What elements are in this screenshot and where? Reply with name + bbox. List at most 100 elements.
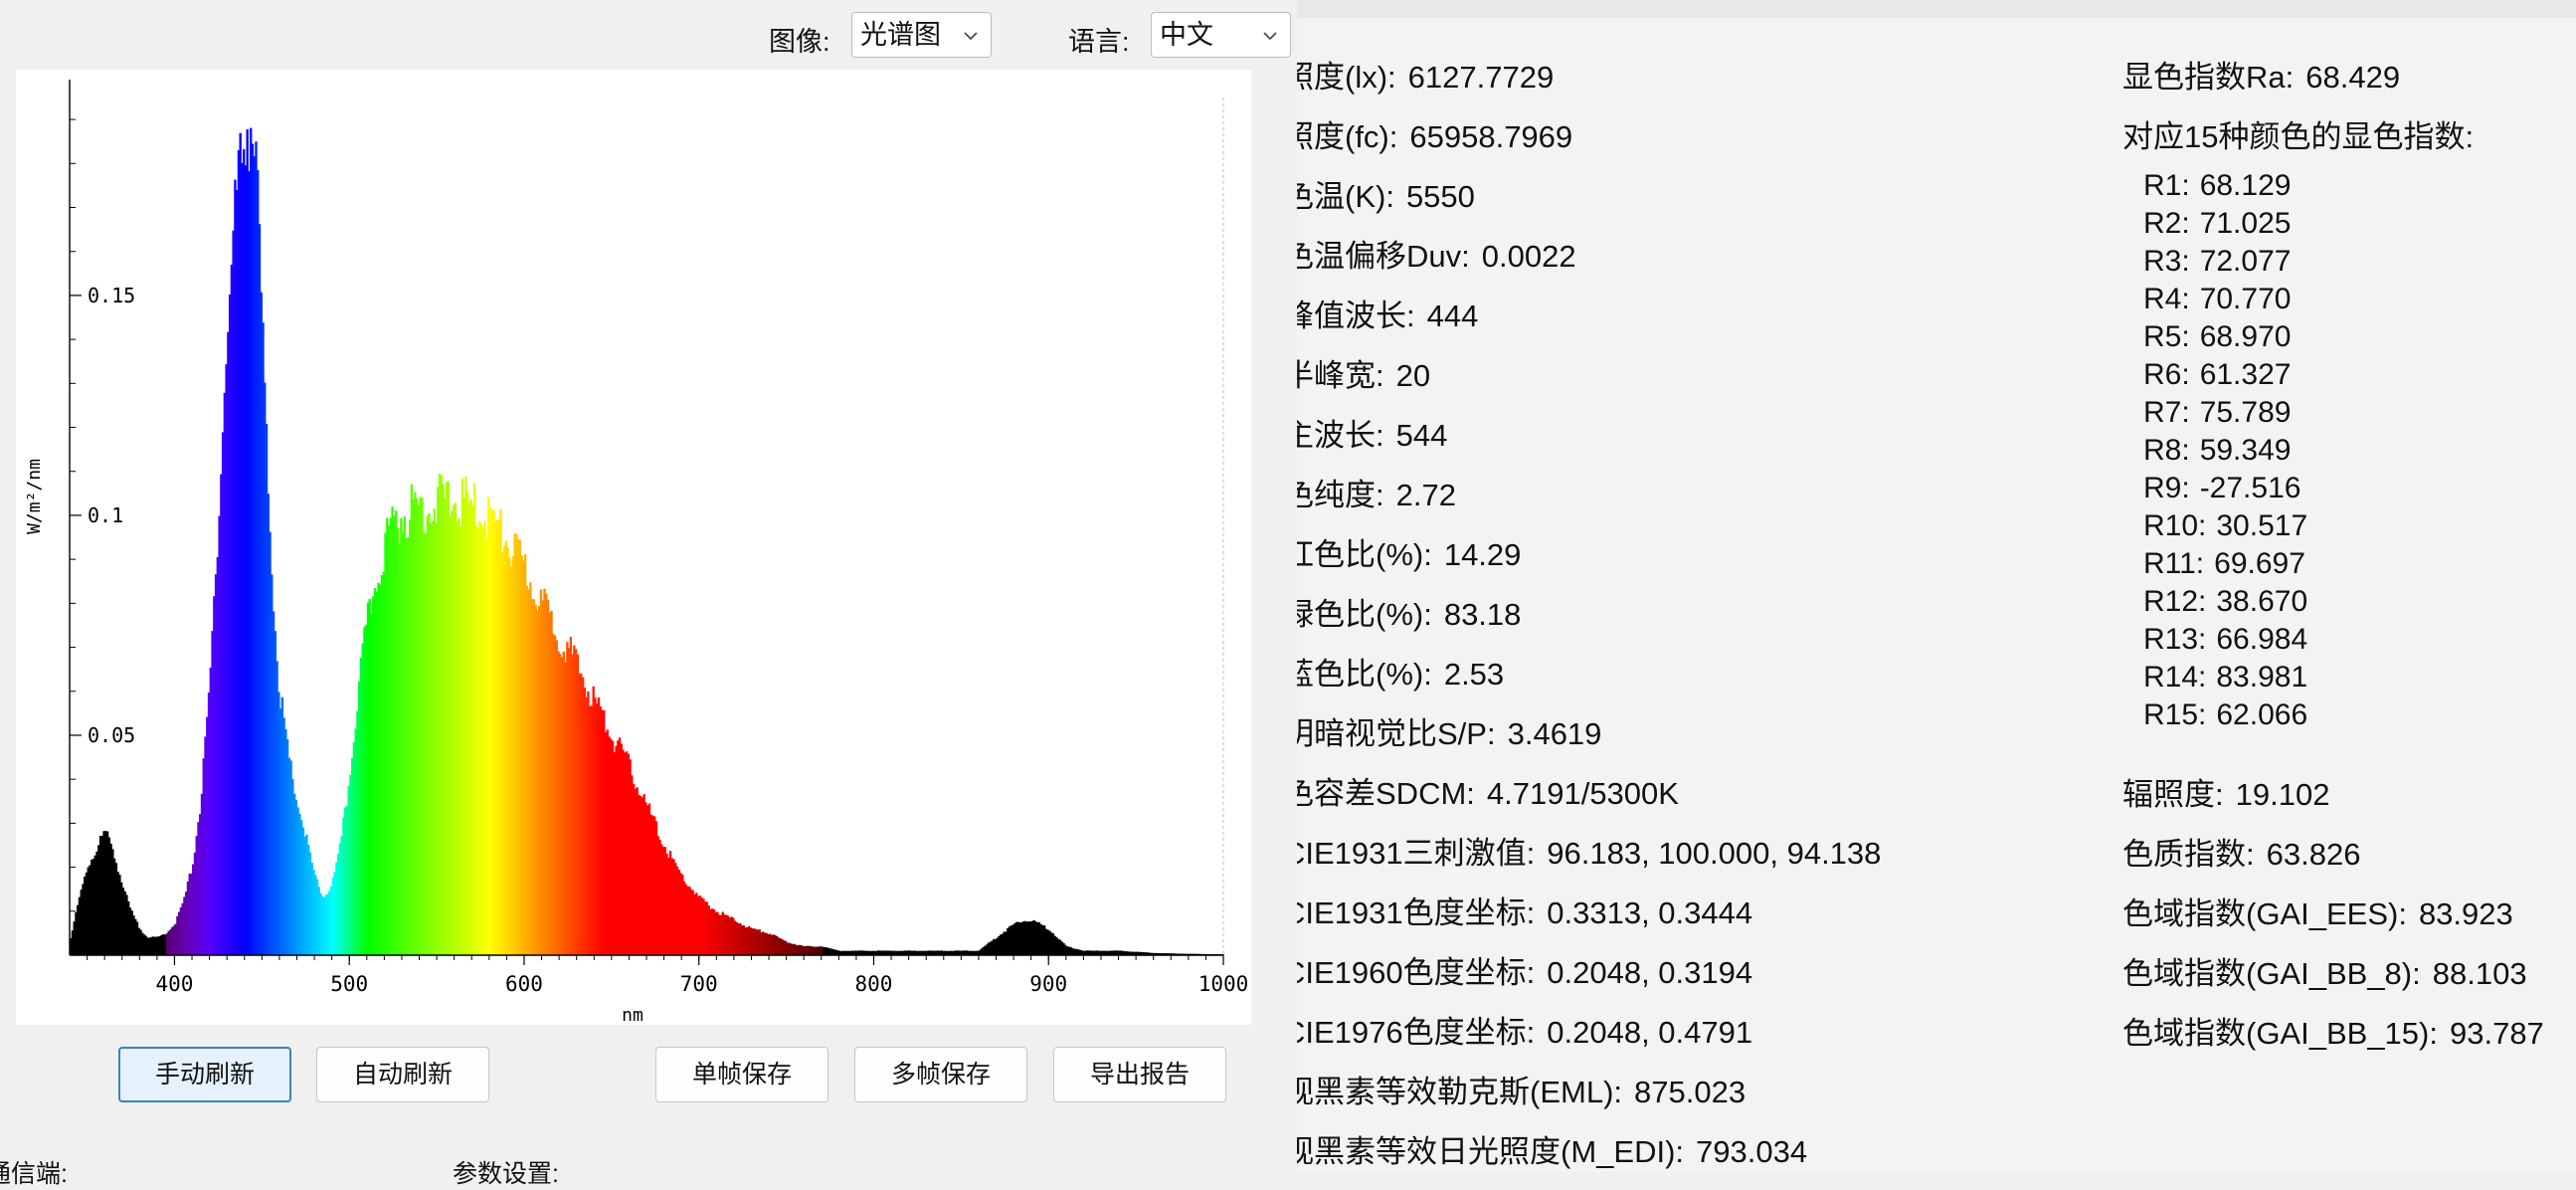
- metric-row: 色温偏移Duv: 0.0022: [1297, 231, 1576, 276]
- metric-row-value: 3.4619: [1507, 716, 1602, 751]
- metric-row: 视黑素等效日光照度(M_EDI): 793.034: [1297, 1126, 1807, 1171]
- cri-item: R2: 71.025: [2143, 207, 2291, 241]
- cri-item-label: R5:: [2143, 320, 2190, 353]
- image-type-label: 图像:: [769, 27, 830, 57]
- spectrum-chart: 0.05 0.1 0.15 400 500 600 700 800 900 1000 nm W/m²/…: [16, 70, 1251, 1025]
- metric-row-value: 6127.7729: [1407, 60, 1555, 95]
- cri-item-value: 75.789: [2199, 396, 2292, 429]
- metric-row-value: 444: [1426, 298, 1479, 333]
- cri-item-label: R13:: [2143, 623, 2207, 656]
- metrics-panel: 照度(lx): 6127.7729 照度(fc): 65958.7969 色温(K): 5…: [1297, 0, 2576, 1172]
- metric-row-label: 峰值波长:: [1297, 298, 1415, 333]
- metric-row-value: 4.7191/5300K: [1486, 776, 1679, 811]
- multi-frame-save-button[interactable]: 多帧保存: [854, 1047, 1027, 1102]
- metric-row-right-value: 83.923: [2418, 896, 2513, 931]
- auto-refresh-button[interactable]: 自动刷新: [316, 1047, 489, 1102]
- spectrum-panel: 图像: 光谱图 语言: 中文 0.05 0.1 0.15 400 500 600 700 80…: [0, 0, 1293, 1188]
- cri-item: R11: 69.697: [2143, 547, 2305, 581]
- metric-row: 蓝色比(%): 2.53: [1297, 649, 1504, 694]
- cri-item-value: 30.517: [2216, 509, 2308, 542]
- metric-row: 绿色比(%): 83.18: [1297, 589, 1521, 634]
- manual-refresh-button[interactable]: 手动刷新: [118, 1047, 291, 1102]
- cri-item-label: R12:: [2143, 585, 2207, 618]
- panel-header-strip: [1297, 0, 2576, 18]
- ra-label: 显色指数Ra:: [2122, 60, 2295, 95]
- cri-item: R13: 66.984: [2143, 623, 2307, 657]
- metric-row-right: 色域指数(GAI_BB_8): 88.103: [2122, 948, 2527, 993]
- cri-item-label: R9:: [2143, 472, 2190, 504]
- cri-item: R3: 72.077: [2143, 245, 2291, 279]
- image-type-select[interactable]: 光谱图: [851, 12, 992, 58]
- metric-row: 色纯度: 2.72: [1297, 470, 1456, 514]
- cri-item-label: R10:: [2143, 509, 2207, 542]
- cri-item-value: 72.077: [2199, 245, 2292, 278]
- metric-row-value: 96.183, 100.000, 94.138: [1547, 836, 1882, 871]
- cri-item-value: 71.025: [2199, 207, 2292, 240]
- cri-item: R12: 38.670: [2143, 585, 2307, 619]
- metric-row-right: 辐照度: 19.102: [2122, 769, 2329, 814]
- metric-row-label: 蓝色比(%):: [1297, 657, 1432, 692]
- comm-port-label: 通信端:: [0, 1160, 68, 1188]
- chevron-down-icon: [964, 32, 978, 41]
- cri-item-value: 70.770: [2199, 283, 2292, 315]
- metric-row-value: 5550: [1405, 179, 1475, 214]
- ra-value: 68.429: [2305, 60, 2401, 95]
- metric-row-label: 半峰宽:: [1297, 358, 1384, 393]
- metric-row: 明暗视觉比S/P: 3.4619: [1297, 708, 1601, 753]
- cri-item: R7: 75.789: [2143, 396, 2291, 430]
- metric-row-value: 2.53: [1443, 657, 1505, 692]
- metric-row-right-value: 93.787: [2449, 1016, 2544, 1051]
- cri-item: R9: -27.516: [2143, 472, 2300, 505]
- metric-row-label: 明暗视觉比S/P:: [1297, 716, 1496, 751]
- metric-row: 色容差SDCM: 4.7191/5300K: [1297, 768, 1679, 813]
- metric-row: 半峰宽: 20: [1297, 350, 1430, 395]
- export-report-button[interactable]: 导出报告: [1053, 1047, 1226, 1102]
- cri-item-value: 83.981: [2216, 661, 2308, 694]
- metric-row-value: 0.2048, 0.4791: [1547, 1015, 1753, 1050]
- metric-row-value: 0.2048, 0.3194: [1547, 955, 1753, 990]
- metric-row-right-value: 88.103: [2432, 956, 2527, 991]
- metric-row-right-label: 色域指数(GAI_BB_15):: [2122, 1016, 2438, 1051]
- metric-row-label: 视黑素等效勒克斯(EML):: [1297, 1075, 1622, 1109]
- cri-item-label: R1:: [2143, 169, 2190, 202]
- x-tick-label: 500: [330, 972, 368, 996]
- metric-row-label: 照度(lx):: [1297, 60, 1396, 95]
- metric-row-value: 83.18: [1443, 597, 1522, 632]
- image-type-value: 光谱图: [860, 20, 941, 50]
- metric-row-label: 视黑素等效日光照度(M_EDI):: [1297, 1134, 1684, 1169]
- cri-item: R5: 68.970: [2143, 320, 2291, 354]
- metric-row-label: CIE1931三刺激值:: [1297, 836, 1536, 871]
- y-axis-title: W/m²/nm: [24, 459, 45, 534]
- metric-row-right: 色域指数(GAI_EES): 83.923: [2122, 889, 2513, 933]
- metric-row-label: 主波长:: [1297, 418, 1384, 453]
- x-tick-label: 700: [680, 972, 718, 996]
- metric-row-right-label: 辐照度:: [2122, 777, 2224, 812]
- metric-row-value: 20: [1395, 358, 1431, 393]
- metric-row: 主波长: 544: [1297, 410, 1447, 455]
- cri-item-value: 69.697: [2214, 547, 2305, 580]
- metric-row: 视黑素等效勒克斯(EML): 875.023: [1297, 1067, 1746, 1111]
- cri-item-label: R11:: [2143, 547, 2205, 580]
- x-axis-title: nm: [622, 1005, 644, 1025]
- metric-row-right-label: 色质指数:: [2122, 837, 2255, 872]
- metric-row-right: 色域指数(GAI_BB_15): 93.787: [2122, 1008, 2544, 1053]
- metric-row-value: 875.023: [1634, 1075, 1747, 1109]
- single-frame-save-button[interactable]: 单帧保存: [655, 1047, 828, 1102]
- cri-item-label: R6:: [2143, 358, 2190, 391]
- metric-row: CIE1976色度坐标: 0.2048, 0.4791: [1297, 1007, 1752, 1052]
- metric-row-value: 14.29: [1443, 537, 1522, 572]
- language-select[interactable]: 中文: [1151, 12, 1291, 58]
- spectrum-chart-svg: 0.05 0.1 0.15 400 500 600 700 800 900 1000 nm W/m²/…: [24, 80, 1248, 1025]
- metric-row-value: 2.72: [1395, 478, 1456, 512]
- param-settings-label: 参数设置:: [453, 1160, 559, 1188]
- chevron-down-icon: [1263, 32, 1277, 41]
- metric-row-value: 0.0022: [1481, 239, 1576, 274]
- cri-item: R8: 59.349: [2143, 434, 2291, 468]
- metric-row-right-label: 色域指数(GAI_EES):: [2122, 896, 2407, 931]
- cri-item-value: -27.516: [2199, 472, 2301, 504]
- cri15-title: 对应15种颜色的显色指数:: [2122, 119, 2475, 154]
- cri-item: R4: 70.770: [2143, 283, 2291, 316]
- language-label: 语言:: [1068, 27, 1130, 57]
- metric-row-label: CIE1931色度坐标:: [1297, 895, 1536, 930]
- metric-row-right: 色质指数: 63.826: [2122, 829, 2360, 874]
